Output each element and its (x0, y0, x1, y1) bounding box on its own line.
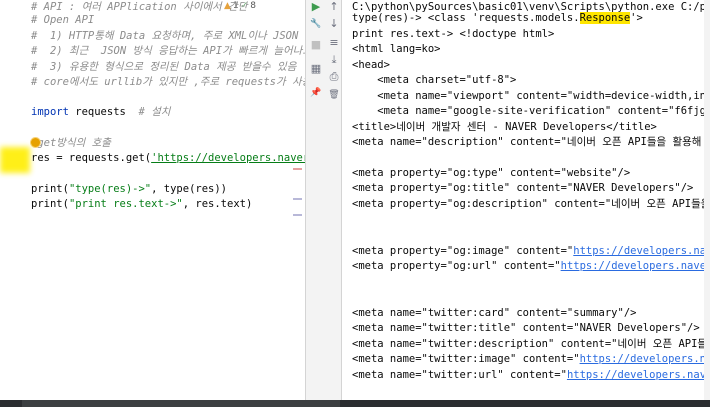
console-line: <meta name="twitter:title" content="NAVE… (352, 322, 700, 334)
console-line: <meta name="twitter:card" content="summa… (352, 307, 637, 319)
stop-icon[interactable]: ■ (309, 38, 323, 52)
print-fn: print (31, 198, 63, 210)
run-icon[interactable]: ▶ (309, 0, 323, 14)
run-toolbar: ▶ ↑ 🔧 ↓ ■ ≡ ⤓ ▦ ⎙ 🗑 📌 (306, 0, 342, 400)
code-comment-line[interactable]: # API : 여러 APPlication 사이에서 간단 (31, 1, 247, 14)
import-keyword: import (31, 106, 69, 118)
console-line: print res.text-> <!doctype html> (352, 28, 555, 40)
ok-count: 8 (250, 0, 256, 11)
bottom-bar-segment (22, 400, 340, 407)
print-fn: print (31, 183, 63, 195)
bottom-bar (0, 400, 710, 407)
console-line: <meta name="google-site-verification" co… (377, 105, 710, 117)
og-image-tag: <meta property="og:image" content=" (352, 245, 574, 257)
type-output-end: '> (630, 12, 643, 24)
console-line: <meta property="og:title" content="NAVER… (352, 182, 694, 194)
console-line: <meta property="og:description" content=… (352, 198, 710, 210)
trash-icon[interactable]: 🗑 (327, 88, 341, 102)
console-line: <head> (352, 59, 390, 71)
console-line: <meta name="twitter:url" content="https:… (352, 369, 710, 382)
print-type-line[interactable]: print("type(res)->", type(res)) (31, 183, 227, 196)
up-arrow-icon[interactable]: ↑ (327, 0, 341, 14)
print-arg: type(res)) (163, 183, 227, 195)
soft-wrap-icon[interactable]: ≡ (327, 36, 341, 50)
print-arg: res (195, 198, 215, 210)
console-line: <meta property="og:image" content="https… (352, 245, 710, 258)
separator: , (151, 183, 164, 195)
console-scrollbar[interactable] (704, 0, 710, 400)
console-line: <meta charset="utf-8"> (352, 74, 517, 86)
twitter-image-link[interactable]: https://developers.naver.con (580, 353, 710, 365)
console-line: <meta name="viewport" content="width=dev… (377, 90, 710, 102)
console-line: <html lang=ko> (352, 43, 441, 55)
error-stripe-mark[interactable] (293, 168, 302, 170)
print-string: "type(res)->" (68, 183, 152, 195)
print-string: "print res.text->" (68, 198, 183, 210)
layout-icon[interactable]: ▦ (309, 62, 323, 76)
print-text-line[interactable]: print("print res.text->", res.text) (31, 198, 252, 211)
run-console[interactable]: C:\python\pySources\basic01\venv\Scripts… (343, 0, 710, 400)
request-call: = requests.get( (49, 152, 152, 164)
down-arrow-icon[interactable]: ↓ (327, 17, 341, 31)
res-variable: res (31, 152, 50, 164)
console-line: type(res)-> <class 'requests.models.Resp… (352, 12, 643, 25)
wrench-icon[interactable]: 🔧 (309, 17, 323, 31)
console-line: <meta property="og:url" content="https:/… (352, 260, 710, 273)
pin-icon[interactable]: 📌 (309, 86, 323, 100)
import-comment: # 설치 (138, 106, 171, 118)
console-line: <meta name="description" content="네이버 오픈… (352, 136, 710, 148)
import-line[interactable]: import requests # 설치 (31, 106, 170, 119)
code-comment-line[interactable]: # 1) HTTP통해 Data 요청하며, 주로 XML이나 JSON 형식으 (31, 30, 305, 43)
get-comment-line[interactable]: #get방식의 호출 (31, 137, 111, 150)
og-image-link[interactable]: https://developers.naver.com (573, 245, 710, 257)
error-stripe-mark[interactable] (293, 214, 302, 216)
twitter-url-link[interactable]: https://developers.naver.com/ (567, 369, 710, 381)
response-class-highlight: Response (579, 12, 631, 24)
separator: , (182, 198, 196, 210)
print-arg-attr: .text) (214, 198, 253, 210)
code-comment-line[interactable]: # core에서도 urllib가 있지만 ,주로 requests가 사용 됨 (31, 76, 305, 89)
twitter-image-tag: <meta name="twitter:image" content=" (352, 353, 580, 365)
request-line[interactable]: res = requests.get('https://developers.n… (31, 152, 305, 165)
intention-bulb-icon[interactable] (31, 138, 40, 147)
console-line: <meta name="twitter:image" content="http… (352, 353, 710, 366)
code-comment-line[interactable]: # 3) 유용한 형식으로 정리된 Data 제공 받을수 있음 (31, 61, 296, 74)
console-line: <title>네이버 개발자 센터 - NAVER Developers</ti… (352, 121, 657, 133)
highlight-marker (0, 147, 30, 173)
request-url[interactable]: 'https://developers.naver.com (151, 152, 305, 164)
twitter-url-tag: <meta name="twitter:url" content=" (352, 369, 567, 381)
type-output: type(res)-> <class 'requests.models. (352, 12, 580, 24)
console-line: <meta name="twitter:description" content… (352, 338, 710, 350)
import-module: requests (75, 106, 126, 118)
code-comment-line[interactable]: # Open API (31, 14, 94, 27)
scroll-to-end-icon[interactable]: ⤓ (327, 53, 341, 67)
og-url-tag: <meta property="og:url" content=" (352, 260, 561, 272)
code-editor[interactable]: ▲ 1 ✓ 8 # API : 여러 APPlication 사이에서 간단 #… (0, 0, 305, 400)
error-stripe-mark[interactable] (293, 198, 302, 200)
print-icon[interactable]: ⎙ (327, 70, 341, 84)
console-line: <meta property="og:type" content="websit… (352, 167, 631, 179)
code-comment-line[interactable]: # 2) 최근 JSON 방식 응답하는 API가 빠르게 늘어나고 있 (31, 45, 305, 58)
og-url-link[interactable]: https://developers.naver.com/ (561, 260, 710, 272)
